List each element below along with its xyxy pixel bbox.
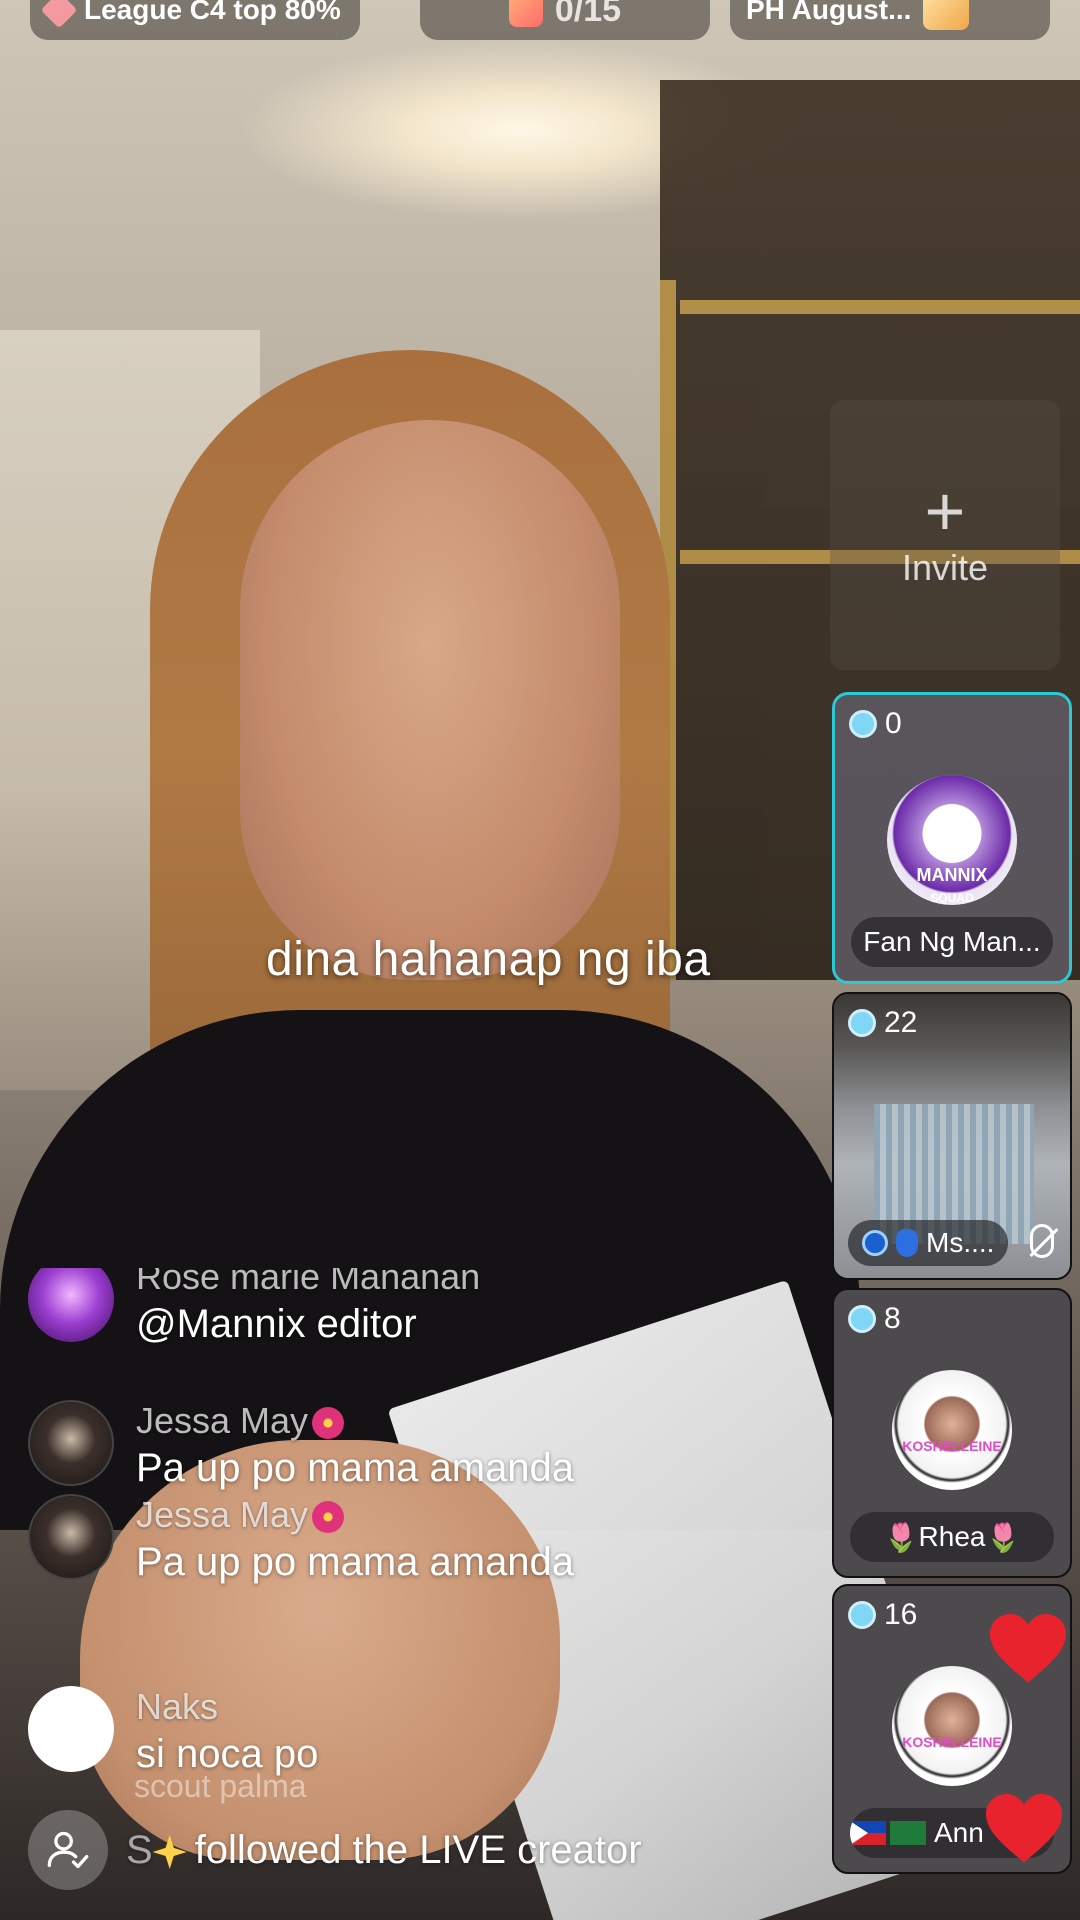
commenter-name: Naks — [136, 1686, 219, 1727]
plus-icon: + — [924, 472, 966, 550]
follow-message: followed the LIVE creator — [194, 1827, 642, 1872]
guest-score: 16 — [848, 1598, 917, 1632]
hibiscus-icon — [312, 1407, 345, 1440]
league-diamond-icon — [40, 0, 78, 29]
commenter-name: Jessa May — [136, 1400, 309, 1441]
commenter-name: Rose marie Mananan — [136, 1268, 481, 1297]
comment-item[interactable]: Jessa May Pa up po mama amanda — [28, 1494, 574, 1585]
follow-notice: Sfollowed the LIVE creator — [28, 1810, 642, 1890]
heart-icon — [990, 1614, 1066, 1683]
score-icon — [848, 1305, 876, 1333]
guest-score: 8 — [848, 1302, 901, 1336]
guest-score: 22 — [848, 1006, 917, 1040]
peek-username: scout palma — [134, 1768, 307, 1804]
hibiscus-icon — [312, 1501, 345, 1534]
streamer-face — [240, 420, 620, 980]
treasure-box-icon — [923, 0, 970, 30]
score-value: 0 — [885, 707, 902, 740]
commenter-avatar[interactable] — [28, 1686, 114, 1772]
guest-name: Ann — [934, 1817, 984, 1848]
live-caption: dina hahanap ng iba — [266, 933, 711, 986]
goal-counter-pill[interactable]: 0/15 — [420, 0, 710, 40]
score-icon — [848, 1601, 876, 1629]
goal-counter: 0/15 — [554, 0, 622, 29]
score-value: 8 — [884, 1302, 901, 1335]
avatar-logo-text: MANNIX SQUAD — [916, 865, 988, 905]
commenter-avatar[interactable] — [28, 1494, 114, 1580]
guest-name-pill: Ms.... — [848, 1220, 1009, 1266]
event-label: PH August... — [746, 0, 912, 25]
mic-muted-icon — [1030, 1224, 1054, 1258]
comment-item[interactable]: Rose marie Mananan @Mannix editor — [28, 1268, 480, 1347]
guest-tile-1[interactable]: 0 MANNIX SQUAD Fan Ng Man... — [832, 692, 1072, 984]
guest-name-pill: 🌷 Rhea 🌷 — [850, 1512, 1054, 1562]
league-label: League C4 top 80% — [84, 0, 341, 25]
invite-label: Invite — [901, 547, 989, 588]
guest-tile-3[interactable]: 8 KOSHELLEINE 🌷 Rhea 🌷 — [832, 1288, 1072, 1578]
comment-message: Pa up po mama amanda — [136, 1446, 575, 1490]
guest-name: Ms.... — [926, 1227, 995, 1258]
invite-guest-button[interactable]: + Invite — [830, 400, 1060, 670]
score-icon — [848, 1009, 876, 1037]
guest-avatar — [892, 1666, 1012, 1786]
philippines-flag-icon — [850, 1821, 886, 1845]
tulip-icon: 🌷 — [883, 1521, 919, 1553]
heart-icon — [986, 1794, 1062, 1863]
sparkle-icon — [152, 1834, 187, 1869]
comment-item[interactable]: Jessa May Pa up po mama amanda — [28, 1400, 574, 1491]
event-pill[interactable]: PH August... — [730, 0, 1050, 40]
commenter-avatar[interactable] — [28, 1268, 114, 1342]
avatar-logo-text: KOSHELLEINE — [902, 1438, 1002, 1454]
gift-icon — [508, 0, 543, 27]
follow-text: Sfollowed the LIVE creator — [126, 1828, 642, 1873]
user-follow-icon — [28, 1810, 108, 1890]
comment-feed[interactable]: Rose marie Mananan @Mannix editor Jessa … — [0, 1268, 820, 1868]
follower-name: S — [126, 1827, 153, 1872]
guest-avatar — [892, 1370, 1012, 1490]
evil-eye-icon — [862, 1230, 888, 1256]
commenter-name-row: Jessa May — [136, 1494, 574, 1536]
guest-tile-2[interactable]: 22 Ms.... — [832, 992, 1072, 1280]
guest-score: 0 — [849, 707, 902, 741]
commenter-name-row: Jessa May — [136, 1400, 574, 1442]
league-rank-pill[interactable]: League C4 top 80% — [30, 0, 360, 40]
hamsa-icon — [896, 1229, 918, 1257]
commenter-name: Jessa May — [136, 1494, 309, 1535]
score-value: 16 — [884, 1598, 918, 1631]
comment-message: Pa up po mama amanda — [136, 1540, 575, 1584]
avatar-logo-text: KOSHELLEINE — [902, 1734, 1002, 1750]
tulip-icon: 🌷 — [985, 1521, 1021, 1553]
comment-message: @Mannix editor — [136, 1302, 417, 1346]
score-icon — [849, 710, 877, 738]
saudi-flag-icon — [890, 1821, 926, 1845]
comment-item[interactable]: Naks si noca po — [28, 1686, 318, 1777]
commenter-avatar[interactable] — [28, 1400, 114, 1486]
guest-name: Rhea — [918, 1521, 986, 1552]
guest-name: Fan Ng Man... — [851, 917, 1053, 967]
score-value: 22 — [884, 1006, 918, 1039]
